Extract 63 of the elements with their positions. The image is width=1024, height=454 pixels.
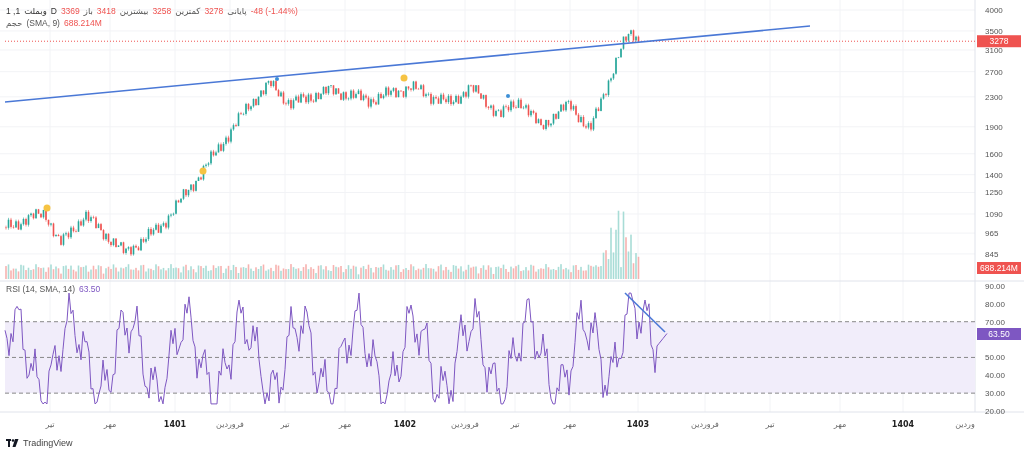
price-axis-label: 3500 [985, 26, 1003, 36]
rsi-value: 63.50 [78, 284, 101, 294]
price-axis-label: 1090 [985, 210, 1003, 219]
time-axis-label: تیر [280, 420, 290, 429]
brand-name: TradingView [23, 438, 73, 448]
time-axis-label: وردین [955, 420, 975, 429]
marker-icon [199, 167, 207, 175]
time-axis-label: مهر [563, 420, 577, 429]
volume-label: حجم [6, 18, 23, 28]
time-axis-label: تیر [765, 420, 775, 429]
price-axis-label: 2700 [985, 67, 1003, 77]
rsi-axis-label: 70.00 [985, 317, 1006, 327]
symbol-label: وبملت [24, 6, 47, 16]
price-axis-label: 1600 [985, 149, 1003, 159]
rsi-axis-label: 40.00 [985, 371, 1006, 381]
volume-params: (SMA, 9) [26, 18, 60, 28]
marker-icon [400, 74, 408, 82]
price-axis-label: 965 [985, 229, 999, 239]
time-axis-label: 1402 [393, 420, 417, 429]
time-axis-label: فروردین [216, 420, 244, 429]
symbol-label: D [50, 6, 57, 16]
time-axis-label: 1404 [891, 420, 915, 429]
rsi-axis-label: 80.00 [985, 299, 1006, 309]
change-value: -48 (-1.44%) [250, 6, 298, 16]
time-axis-label: فروردین [691, 420, 719, 429]
rsi-params: RSI (14, SMA, 14) [6, 284, 75, 294]
volume-value: 688.214M [63, 18, 102, 28]
rsi-axis-label: 50.00 [985, 353, 1006, 363]
trend-line [624, 292, 666, 333]
ohlc-label: پایانی [227, 6, 247, 16]
price-axis-label: 2300 [985, 92, 1003, 102]
ohlc-value: 3418 [96, 6, 116, 16]
rsi-badge: 63.50 [977, 328, 1021, 340]
price-axis-label: 1250 [985, 188, 1003, 198]
time-axis-label: فروردین [451, 420, 479, 429]
time-axis-label: تیر [510, 420, 520, 429]
price-axis-label: 1900 [985, 122, 1003, 132]
marker-icon [43, 204, 51, 212]
time-axis-label: 1403 [626, 420, 650, 429]
rsi-axis-label: 30.00 [985, 389, 1006, 399]
rsi-axis-label: 90.00 [985, 282, 1006, 291]
price-axis-label: 4000 [985, 6, 1003, 15]
time-axis-label: مهر [338, 420, 352, 429]
logo-icon [6, 439, 19, 447]
price-axis-label: 3100 [985, 46, 1003, 55]
time-axis-label: 1401 [163, 420, 187, 429]
time-axis-label: مهر [103, 420, 117, 429]
volume-badge: 688.214M [977, 262, 1021, 274]
ohlc-label: باز [83, 6, 93, 16]
marker-icon [275, 77, 279, 81]
time-axis-label: مهر [833, 420, 847, 429]
marker-icon [506, 94, 510, 98]
ohlc-value: 3258 [152, 6, 172, 16]
symbol-label: 1 ,1 [6, 6, 21, 16]
price-badge: 3278 [977, 35, 1021, 48]
price-axis-label: 1400 [985, 170, 1003, 180]
time-axis-label: تیر [45, 420, 55, 429]
ohlc-value: 3369 [60, 6, 80, 16]
price-axis-label: 845 [985, 249, 999, 259]
ohlc-label: کمترین [175, 6, 201, 16]
ohlc-label: بیشترین [119, 6, 149, 16]
rsi-axis-label: 20.00 [985, 407, 1006, 416]
ohlc-value: 3278 [204, 6, 224, 16]
